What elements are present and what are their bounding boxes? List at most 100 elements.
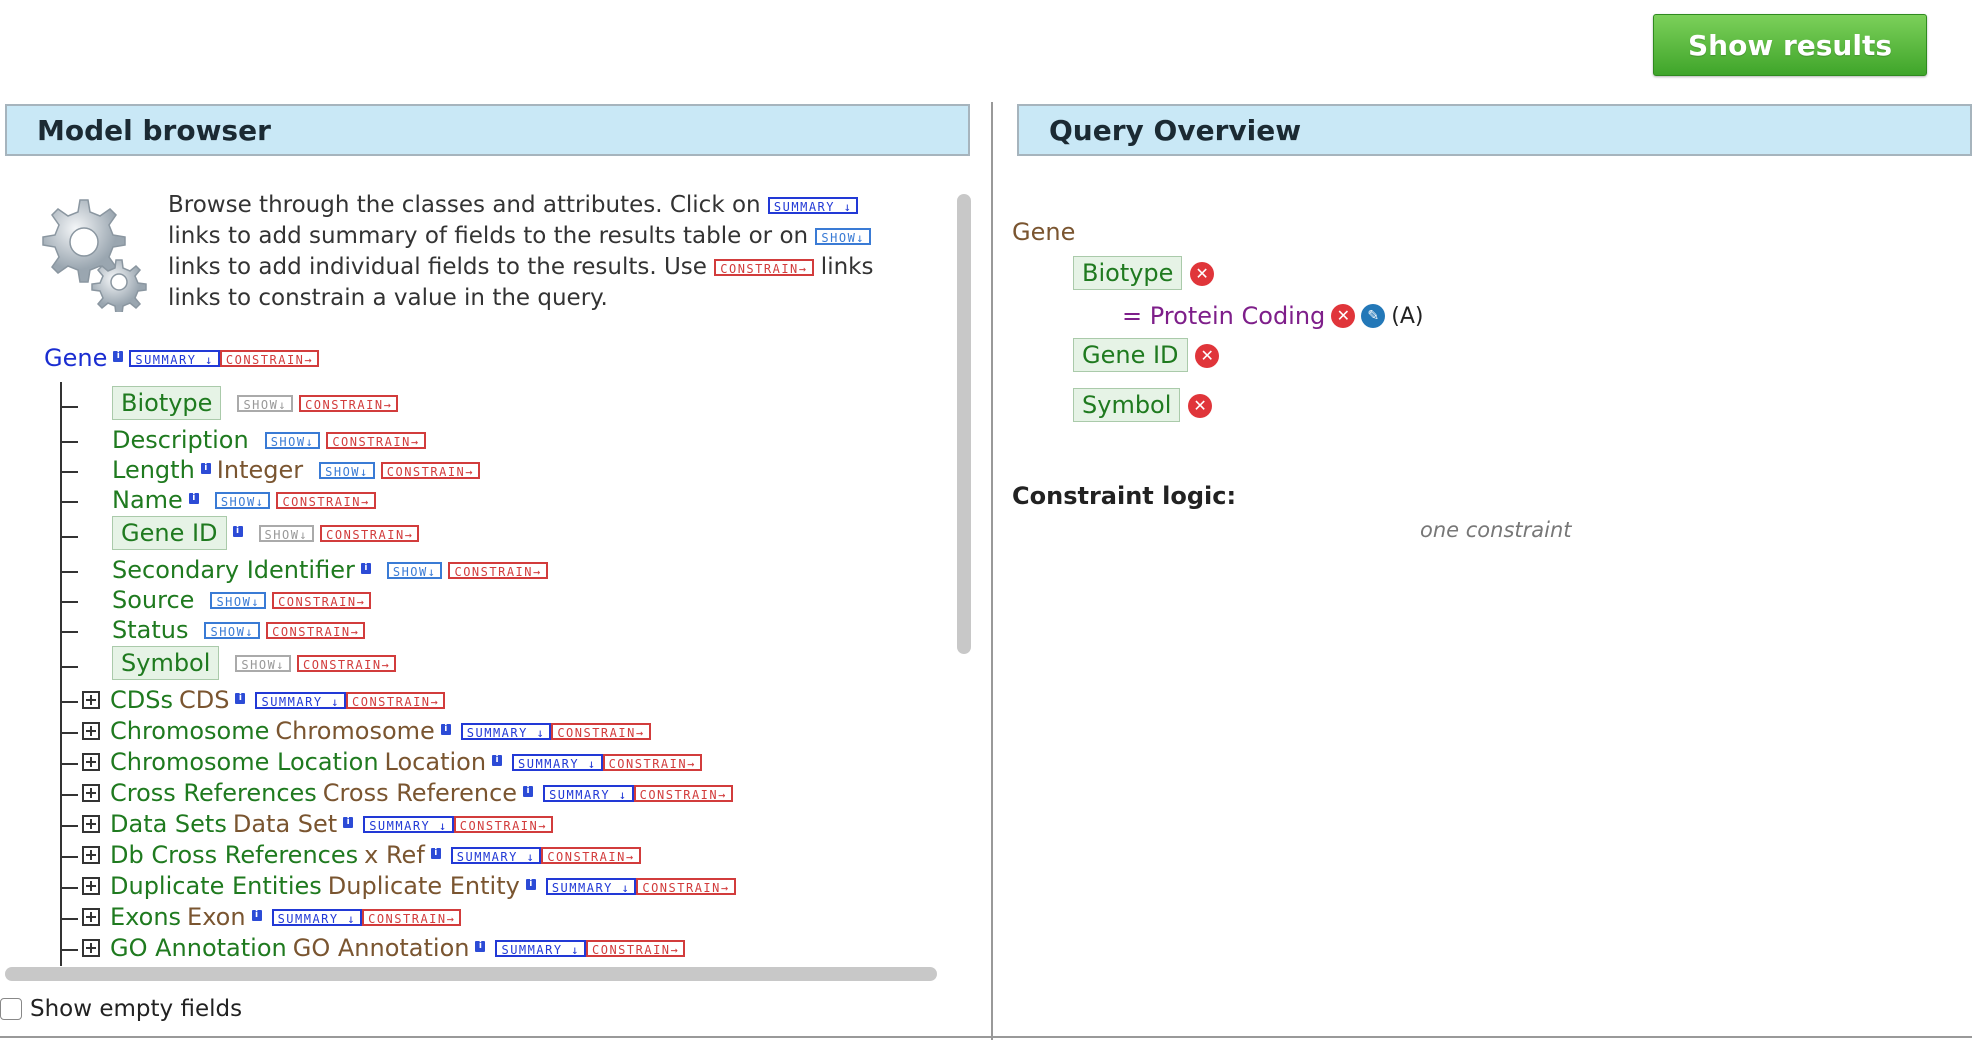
show-empty-fields[interactable]: Show empty fields (0, 996, 242, 1022)
help-line-2: links to add summary of fields to the re… (168, 223, 809, 249)
reference-name[interactable]: Duplicate Entities (110, 872, 322, 900)
info-icon[interactable]: i (475, 940, 486, 952)
info-icon[interactable]: i (492, 754, 503, 766)
summary-button[interactable]: SUMMARY ↓ (543, 784, 634, 802)
help-text: Browse through the classes and attribute… (168, 192, 874, 311)
summary-button[interactable]: SUMMARY ↓ (450, 846, 542, 864)
remove-constraint-icon[interactable]: ✕ (1331, 304, 1356, 328)
query-field-label[interactable]: Gene ID (1073, 338, 1188, 372)
reference-name[interactable]: Cross References (110, 779, 317, 807)
summary-button[interactable]: SUMMARY ↓ (545, 877, 637, 895)
reference-name[interactable]: Db Cross References (110, 841, 358, 869)
info-icon[interactable]: i (200, 462, 211, 474)
horizontal-scrollbar[interactable] (5, 967, 937, 981)
constrain-button[interactable]: CONSTRAIN→ (266, 621, 366, 639)
summary-button[interactable]: SUMMARY ↓ (271, 908, 363, 926)
info-icon[interactable]: i (188, 492, 199, 504)
attribute-name[interactable]: Source (112, 586, 194, 614)
info-icon[interactable]: i (525, 878, 536, 890)
constrain-button[interactable]: CONSTRAIN→ (297, 654, 397, 672)
summary-button[interactable]: SUMMARY ↓ (512, 753, 603, 771)
root-class-link[interactable]: Gene (44, 344, 107, 372)
query-field-label[interactable]: Symbol (1073, 388, 1181, 422)
show-button[interactable]: SHOW↓ (237, 394, 294, 412)
constrain-button[interactable]: CONSTRAIN→ (633, 784, 733, 802)
attribute-name[interactable]: Length (112, 456, 195, 484)
constrain-button[interactable]: CONSTRAIN→ (448, 561, 548, 579)
constrain-button[interactable]: CONSTRAIN→ (219, 349, 320, 367)
reference-type: Location (384, 748, 487, 776)
constrain-button[interactable]: CONSTRAIN→ (276, 491, 376, 509)
constrain-button[interactable]: CONSTRAIN→ (362, 908, 462, 926)
expand-icon[interactable] (82, 691, 100, 709)
show-button[interactable]: SHOW↓ (214, 491, 271, 509)
constrain-button[interactable]: CONSTRAIN→ (453, 815, 553, 833)
info-icon[interactable]: i (523, 785, 534, 797)
show-tag-example: SHOW↓ (815, 228, 872, 245)
show-button[interactable]: SHOW↓ (210, 591, 267, 609)
show-empty-fields-checkbox[interactable] (0, 998, 22, 1020)
attribute-name[interactable]: Symbol (112, 646, 220, 680)
show-button[interactable]: SHOW↓ (235, 654, 292, 672)
info-icon[interactable]: i (251, 909, 262, 921)
expand-icon[interactable] (82, 908, 100, 926)
remove-icon[interactable]: ✕ (1190, 262, 1215, 286)
attribute-name[interactable]: Status (112, 616, 188, 644)
constrain-button[interactable]: CONSTRAIN→ (541, 846, 641, 864)
info-icon[interactable]: i (113, 350, 124, 362)
vertical-scrollbar[interactable] (957, 194, 971, 654)
show-button[interactable]: SHOW↓ (258, 524, 315, 542)
constrain-button[interactable]: CONSTRAIN→ (326, 431, 426, 449)
attribute-name[interactable]: Gene ID (112, 516, 227, 550)
constrain-button[interactable]: CONSTRAIN→ (636, 877, 736, 895)
constrain-button[interactable]: CONSTRAIN→ (299, 394, 399, 412)
constrain-button[interactable]: CONSTRAIN→ (380, 461, 480, 479)
expand-icon[interactable] (82, 846, 100, 864)
expand-icon[interactable] (82, 722, 100, 740)
query-field-label[interactable]: Biotype (1073, 256, 1183, 290)
reference-row: CDSs CDS i SUMMARY ↓ CONSTRAIN→ (82, 686, 446, 714)
info-icon[interactable]: i (360, 562, 371, 574)
summary-button[interactable]: SUMMARY ↓ (495, 939, 586, 957)
summary-button[interactable]: SUMMARY ↓ (129, 349, 220, 367)
expand-icon[interactable] (82, 784, 100, 802)
edit-constraint-icon[interactable]: ✎ (1361, 304, 1386, 328)
summary-button[interactable]: SUMMARY ↓ (460, 722, 552, 740)
constrain-button[interactable]: CONSTRAIN→ (586, 939, 686, 957)
reference-name[interactable]: Chromosome Location (110, 748, 379, 776)
panel-divider (991, 102, 993, 1040)
reference-name[interactable]: Exons (110, 903, 181, 931)
show-results-button[interactable]: Show results (1653, 14, 1927, 76)
constrain-button[interactable]: CONSTRAIN→ (272, 591, 372, 609)
attribute-name[interactable]: Secondary Identifier (112, 556, 355, 584)
expand-icon[interactable] (82, 753, 100, 771)
show-button[interactable]: SHOW↓ (204, 621, 261, 639)
summary-button[interactable]: SUMMARY ↓ (255, 691, 346, 709)
constrain-button[interactable]: CONSTRAIN→ (346, 691, 446, 709)
info-icon[interactable]: i (343, 816, 354, 828)
reference-name[interactable]: GO Annotation (110, 934, 287, 962)
expand-icon[interactable] (82, 939, 100, 957)
reference-name[interactable]: CDSs (110, 686, 173, 714)
constrain-button[interactable]: CONSTRAIN→ (320, 524, 420, 542)
reference-name[interactable]: Chromosome (110, 717, 269, 745)
expand-icon[interactable] (82, 815, 100, 833)
info-icon[interactable]: i (235, 692, 246, 704)
info-icon[interactable]: i (232, 525, 243, 537)
show-button[interactable]: SHOW↓ (319, 461, 375, 479)
info-icon[interactable]: i (430, 847, 441, 859)
remove-icon[interactable]: ✕ (1195, 344, 1220, 368)
attribute-name[interactable]: Description (112, 426, 249, 454)
attribute-name[interactable]: Biotype (112, 386, 222, 420)
info-icon[interactable]: i (440, 723, 451, 735)
expand-icon[interactable] (82, 877, 100, 895)
show-button[interactable]: SHOW↓ (386, 561, 443, 579)
reference-name[interactable]: Data Sets (110, 810, 227, 838)
attribute-row: Length i Integer SHOW↓ CONSTRAIN→ (112, 456, 480, 484)
remove-icon[interactable]: ✕ (1188, 394, 1213, 418)
summary-button[interactable]: SUMMARY ↓ (363, 815, 454, 833)
attribute-name[interactable]: Name (112, 486, 183, 514)
show-button[interactable]: SHOW↓ (264, 431, 321, 449)
constrain-button[interactable]: CONSTRAIN→ (602, 753, 702, 771)
constrain-button[interactable]: CONSTRAIN→ (551, 722, 651, 740)
